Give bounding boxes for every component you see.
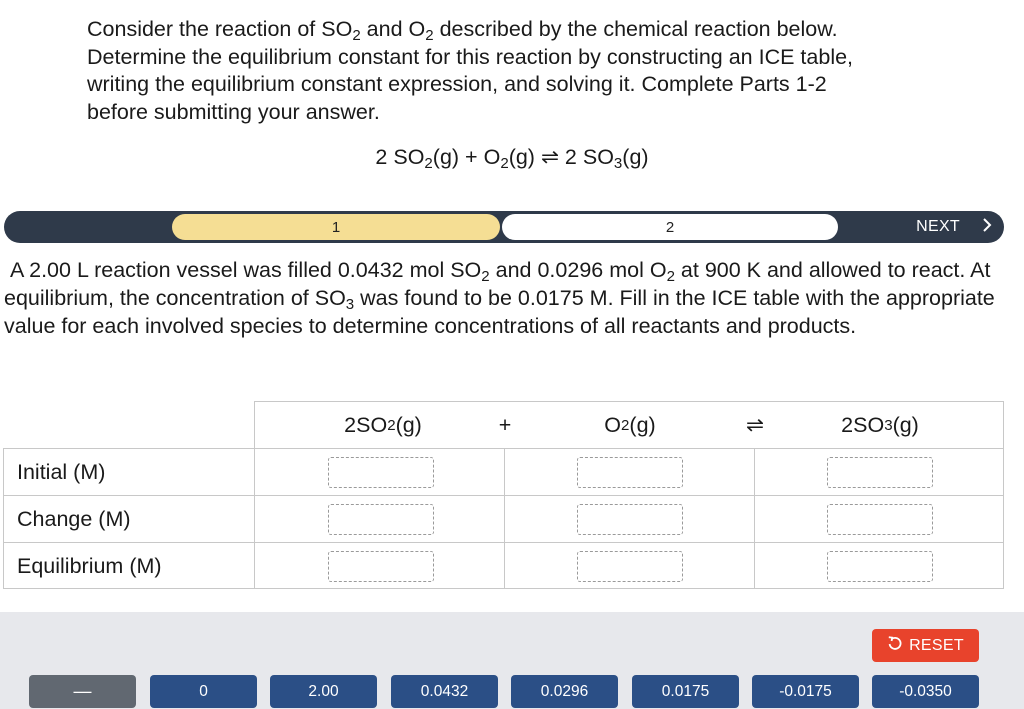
- answer-tile[interactable]: 0.0432: [391, 675, 498, 708]
- header-so3: 2SO 3 (g): [841, 413, 919, 437]
- header-o2: O 2 (g): [604, 413, 656, 437]
- intro-line-2: Determine the equilibrium constant for t…: [87, 44, 854, 69]
- intro-line-3: writing the equilibrium constant express…: [87, 72, 827, 96]
- row-label-equilibrium: Equilibrium (M): [3, 542, 254, 589]
- header-so2: 2SO 2 (g): [344, 413, 422, 437]
- answer-tile-blank[interactable]: —: [29, 675, 136, 708]
- header-plus: +: [498, 413, 512, 437]
- input-so2-change[interactable]: [328, 504, 434, 535]
- input-o2-equilibrium[interactable]: [577, 551, 683, 582]
- input-so3-change[interactable]: [827, 504, 933, 535]
- intro-text: Consider the reaction of SO2 and O2 desc…: [87, 16, 947, 126]
- input-o2-initial[interactable]: [577, 457, 683, 488]
- input-so3-initial[interactable]: [827, 457, 933, 488]
- question-text: A 2.00 L reaction vessel was filled 0.04…: [4, 258, 995, 338]
- step-1-tab[interactable]: 1: [172, 214, 500, 240]
- intro-line-4: before submitting your answer.: [87, 99, 380, 124]
- intro-line-1: Consider the reaction of SO2 and O2 desc…: [87, 17, 838, 44]
- answer-tile[interactable]: -0.0175: [752, 675, 859, 708]
- row-label-change: Change (M): [3, 495, 254, 542]
- answer-tile[interactable]: 0.0296: [511, 675, 618, 708]
- input-so2-initial[interactable]: [328, 457, 434, 488]
- row-label-initial: Initial (M): [3, 448, 254, 495]
- input-so3-equilibrium[interactable]: [827, 551, 933, 582]
- answer-tile[interactable]: 0.0175: [632, 675, 739, 708]
- reaction-equation: 2 SO2(g) + O2(g) ⇌ 2 SO3(g): [375, 145, 649, 172]
- answer-tile[interactable]: -0.0350: [872, 675, 979, 708]
- answer-tile[interactable]: 0: [150, 675, 257, 708]
- step-2-tab[interactable]: 2: [502, 214, 838, 240]
- input-o2-change[interactable]: [577, 504, 683, 535]
- reset-label: RESET: [909, 636, 964, 654]
- ice-table: Initial (M) Change (M) Equilibrium (M) 2…: [3, 401, 1004, 589]
- header-equilibrium-arrow: ⇌: [745, 413, 764, 437]
- ice-grid: 2SO 2 (g) + O 2 (g) ⇌ 2SO 3 (g): [254, 401, 1004, 589]
- step-progress-bar: 1 2 NEXT: [4, 211, 1004, 243]
- reset-button[interactable]: RESET: [872, 629, 979, 662]
- answer-tile-tray: RESET — 0 2.00 0.0432 0.0296 0.0175 -0.0…: [0, 612, 1024, 709]
- next-label: NEXT: [916, 218, 960, 235]
- chevron-right-icon: [982, 217, 992, 238]
- next-button[interactable]: NEXT: [916, 211, 992, 243]
- undo-icon: [887, 635, 903, 656]
- input-so2-equilibrium[interactable]: [328, 551, 434, 582]
- answer-tile[interactable]: 2.00: [270, 675, 377, 708]
